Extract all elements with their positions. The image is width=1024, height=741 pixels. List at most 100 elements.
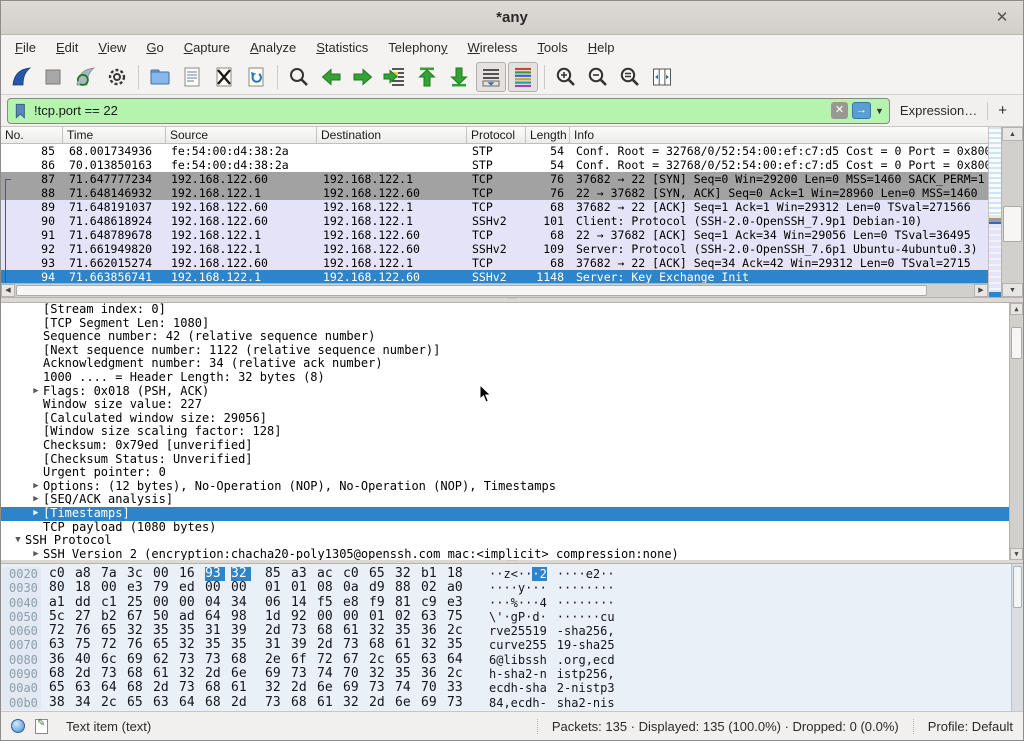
hex-byte[interactable]: 68 — [369, 638, 389, 652]
hex-byte[interactable]: e3 — [127, 581, 147, 595]
hex-byte[interactable]: 39 — [291, 638, 311, 652]
hex-row-0060[interactable]: 006072766532353531392d7368613235362crve2… — [1, 624, 1011, 638]
filter-clear-icon[interactable]: ✕ — [831, 102, 848, 119]
hex-byte[interactable]: f5 — [317, 596, 337, 610]
expression-button[interactable]: Expression… — [890, 103, 987, 118]
packet-list-vscrollbar[interactable]: ▲ ▼ — [1001, 127, 1023, 297]
details-scroll-thumb[interactable] — [1011, 327, 1022, 359]
hex-byte[interactable]: 72 — [101, 638, 121, 652]
stop-capture-icon[interactable] — [38, 62, 68, 92]
hex-byte[interactable]: 68 — [49, 667, 69, 681]
find-packet-icon[interactable] — [284, 62, 314, 92]
expander-right-icon[interactable]: ▶ — [29, 480, 43, 494]
menu-item-file[interactable]: File — [5, 37, 46, 58]
hex-byte[interactable]: 0a — [343, 581, 363, 595]
hex-byte[interactable]: 08 — [317, 581, 337, 595]
hex-row-00b0[interactable]: 00b038342c656364682d736861322d6e697384,e… — [1, 696, 1011, 710]
menu-item-capture[interactable]: Capture — [174, 37, 240, 58]
hex-byte[interactable]: 35 — [395, 624, 415, 638]
hex-byte[interactable]: 65 — [153, 638, 173, 652]
packet-list-minimap[interactable] — [988, 127, 1001, 297]
hex-byte[interactable]: 2c — [447, 624, 467, 638]
expander-down-icon[interactable]: ▼ — [11, 534, 25, 548]
menu-item-analyze[interactable]: Analyze — [240, 37, 306, 58]
hex-row-0070[interactable]: 0070637572766532353531392d7368613235curv… — [1, 638, 1011, 652]
detail-line[interactable]: [Next sequence number: 1122 (relative se… — [1, 344, 1009, 358]
detail-line[interactable]: [Window size scaling factor: 128] — [1, 425, 1009, 439]
hex-byte[interactable]: 68 — [291, 696, 311, 710]
hex-byte[interactable]: 35 — [179, 624, 199, 638]
hex-byte[interactable]: 93 — [205, 567, 225, 581]
hex-byte[interactable]: 2c — [101, 696, 121, 710]
column-header-protocol[interactable]: Protocol — [467, 127, 526, 143]
hex-byte[interactable]: 39 — [231, 624, 251, 638]
hex-byte[interactable]: 61 — [343, 624, 363, 638]
hex-byte[interactable]: dd — [75, 596, 95, 610]
packet-row-94[interactable]: 9471.663856741192.168.122.1192.168.122.6… — [1, 270, 988, 283]
resize-columns-icon[interactable] — [647, 62, 677, 92]
hex-byte[interactable]: 36 — [421, 624, 441, 638]
hex-byte[interactable]: 02 — [421, 581, 441, 595]
packet-row-92[interactable]: 9271.661949820192.168.122.1192.168.122.6… — [1, 242, 988, 256]
hex-byte[interactable]: 81 — [395, 596, 415, 610]
colorize-icon[interactable] — [508, 62, 538, 92]
detail-line[interactable]: ▶Flags: 0x018 (PSH, ACK) — [1, 385, 1009, 399]
packet-row-91[interactable]: 9171.648789678192.168.122.1192.168.122.6… — [1, 228, 988, 242]
hex-row-0080[interactable]: 008036406c69627373682e6f72672c6563646@li… — [1, 653, 1011, 667]
hex-byte[interactable]: 98 — [231, 610, 251, 624]
hscroll-thumb[interactable] — [16, 285, 927, 296]
hex-byte[interactable]: 64 — [101, 681, 121, 695]
packet-row-86[interactable]: 8670.013850163fe:54:00:d4:38:2aSTP54Conf… — [1, 158, 988, 172]
filter-history-caret-icon[interactable]: ▼ — [873, 106, 889, 116]
scroll-down-icon[interactable]: ▼ — [1002, 283, 1023, 297]
hex-byte[interactable]: 00 — [343, 610, 363, 624]
menu-item-telephony[interactable]: Telephony — [378, 37, 457, 58]
scroll-up-icon[interactable]: ▲ — [1002, 127, 1023, 141]
packet-row-93[interactable]: 9371.662015274192.168.122.60192.168.122.… — [1, 256, 988, 270]
hex-byte[interactable]: 32 — [179, 638, 199, 652]
details-vscrollbar[interactable]: ▲ ▼ — [1009, 303, 1023, 560]
hex-byte[interactable]: 73 — [101, 667, 121, 681]
hex-byte[interactable]: 65 — [127, 696, 147, 710]
hex-byte[interactable]: 35 — [205, 638, 225, 652]
hex-byte[interactable]: 69 — [127, 653, 147, 667]
hex-byte[interactable]: d9 — [369, 581, 389, 595]
zoom-out-icon[interactable] — [583, 62, 613, 92]
hex-byte[interactable]: 63 — [153, 696, 173, 710]
hex-byte[interactable]: 73 — [179, 653, 199, 667]
hex-byte[interactable]: 14 — [291, 596, 311, 610]
auto-scroll-icon[interactable] — [476, 62, 506, 92]
hex-byte[interactable]: ac — [317, 567, 337, 581]
hex-byte[interactable]: 34 — [75, 696, 95, 710]
hex-row-0040[interactable]: 0040a1ddc125000004340614f5e8f981c9e3···%… — [1, 596, 1011, 610]
hex-byte[interactable]: 2d — [369, 696, 389, 710]
detail-line[interactable]: [Checksum Status: Unverified] — [1, 453, 1009, 467]
hex-byte[interactable]: 00 — [179, 596, 199, 610]
hex-byte[interactable]: 64 — [447, 653, 467, 667]
hex-byte[interactable]: 2d — [265, 624, 285, 638]
hex-byte[interactable]: 68 — [205, 696, 225, 710]
hex-byte[interactable]: 65 — [49, 681, 69, 695]
hex-byte[interactable]: 68 — [317, 624, 337, 638]
hex-byte[interactable]: 00 — [153, 567, 173, 581]
hex-byte[interactable]: 76 — [75, 624, 95, 638]
hex-byte[interactable]: 68 — [205, 681, 225, 695]
hex-byte[interactable]: 70 — [343, 667, 363, 681]
menu-item-tools[interactable]: Tools — [527, 37, 577, 58]
detail-line[interactable]: [Stream index: 0] — [1, 303, 1009, 317]
restart-capture-icon[interactable] — [70, 62, 100, 92]
filter-apply-icon[interactable]: → — [852, 102, 871, 119]
hex-byte[interactable]: 61 — [153, 667, 173, 681]
hex-byte[interactable]: 00 — [205, 581, 225, 595]
hex-byte[interactable]: 1d — [265, 610, 285, 624]
hex-byte[interactable]: 01 — [265, 581, 285, 595]
hex-byte[interactable]: 32 — [343, 696, 363, 710]
hex-row-0050[interactable]: 00505c27b26750ad64981d92000001026375\'·g… — [1, 610, 1011, 624]
hex-byte[interactable]: 00 — [101, 581, 121, 595]
hex-byte[interactable]: 88 — [395, 581, 415, 595]
zoom-in-icon[interactable] — [551, 62, 581, 92]
hex-byte[interactable]: 76 — [127, 638, 147, 652]
hex-byte[interactable]: 38 — [49, 696, 69, 710]
hex-byte[interactable]: 35 — [231, 638, 251, 652]
hex-byte[interactable]: 79 — [153, 581, 173, 595]
